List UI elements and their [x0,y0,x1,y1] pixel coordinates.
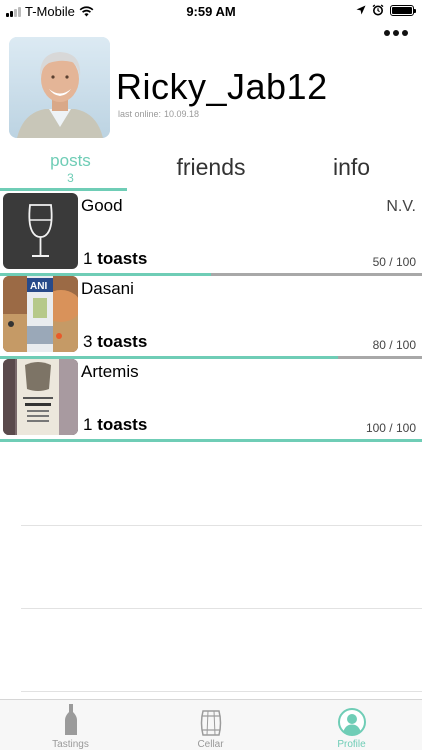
status-bar: T-Mobile 9:59 AM [0,0,422,22]
location-arrow-icon [356,5,366,15]
username: Ricky_Jab12 [116,66,328,107]
post-toasts: 3 toasts [83,332,147,352]
profile-tabs: posts 3 friends info [0,148,422,190]
post-title: Artemis [81,362,139,381]
svg-text:ANI: ANI [30,281,47,292]
tabbar-label: Profile [337,739,366,750]
bottle-icon [64,704,77,735]
alarm-clock-icon [372,4,384,16]
bottom-tab-bar: Tastings Cellar Profile [0,699,422,750]
last-online-date: 10.09.18 [164,109,200,119]
tabbar-item-cellar[interactable]: Cellar [140,704,281,750]
tabbar-label: Tastings [52,739,89,750]
tabbar-label: Cellar [197,739,224,750]
tab-active-indicator [0,188,127,191]
score-bar [0,439,422,442]
post-thumbnail [3,193,78,269]
post-title: Good [81,196,123,215]
toasts-word: toasts [97,249,148,268]
tab-posts-label: posts [50,151,91,170]
avatar[interactable] [9,37,110,138]
more-options-icon[interactable] [384,30,408,36]
tab-posts-count: 3 [67,171,74,185]
toasts-word: toasts [97,415,148,434]
score-bar-fill [0,439,422,442]
list-separator [21,691,422,692]
profile-photo [9,37,110,138]
toasts-word: toasts [97,332,148,351]
battery-icon [390,4,416,16]
post-vintage: N.V. [386,198,416,215]
post-title: Dasani [81,279,134,298]
post-thumbnail [3,359,78,435]
post-item[interactable]: Artemis 1 toasts 100 / 100 [0,359,422,442]
last-online: last online: 10.09.18 [118,109,199,119]
wine-glass-icon [28,204,53,257]
last-online-label: last online: [118,109,162,119]
toasts-count: 1 [83,249,93,268]
photo-bottle: ANI [3,276,78,352]
post-score: 100 / 100 [365,421,416,435]
tabbar-item-tastings[interactable]: Tastings [0,704,141,750]
photo-wine-label [3,359,78,435]
toasts-count: 3 [83,332,93,351]
post-thumbnail: ANI [3,276,78,352]
tab-posts[interactable]: posts 3 [0,148,141,185]
post-item[interactable]: Good N.V. 1 toasts 50 / 100 [0,193,422,276]
post-score: 50 / 100 [372,255,416,269]
status-icons [356,4,416,16]
list-separator [21,608,422,609]
post-toasts: 1 toasts [83,249,147,269]
post-score: 80 / 100 [372,338,416,352]
tabbar-item-profile[interactable]: Profile [281,704,422,750]
toasts-count: 1 [83,415,93,434]
post-item[interactable]: ANI Dasani 3 toasts 80 / 100 [0,276,422,359]
tab-info[interactable]: info [281,154,422,181]
list-separator [21,525,422,526]
profile-icon [337,708,366,736]
barrel-icon [200,710,221,736]
tab-friends[interactable]: friends [141,154,281,181]
post-toasts: 1 toasts [83,415,147,435]
